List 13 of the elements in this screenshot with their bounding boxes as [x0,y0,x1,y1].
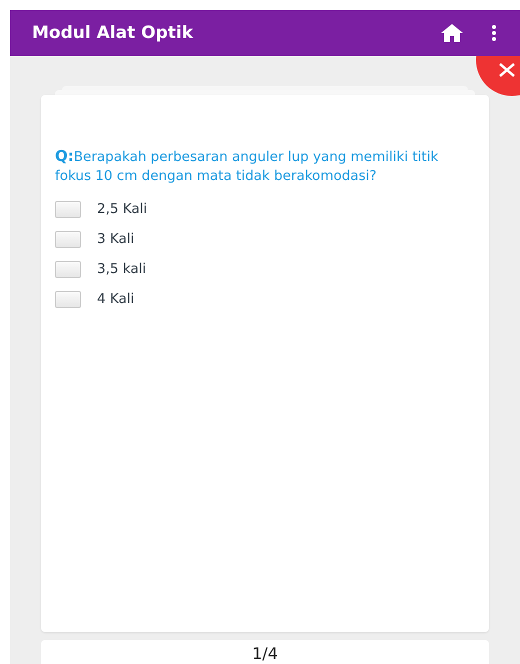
home-icon[interactable] [440,23,464,43]
question-text: Q:Berapakah perbesaran anguler lup yang memiliki titik fokus 10 cm dengan mata tidak berakomodasi? [55,147,440,186]
app-title: Modul Alat Optik [32,23,194,43]
checkbox[interactable] [55,260,81,278]
option-label: 4 Kali [97,291,134,307]
more-icon[interactable] [492,25,496,41]
checkbox[interactable] [55,290,81,308]
page-indicator: 1/4 [252,644,278,664]
checkbox[interactable] [55,230,81,248]
option-label: 3,5 kali [97,261,146,277]
option-label: 3 Kali [97,231,134,247]
option-label: 2,5 Kali [97,201,148,217]
checkbox[interactable] [55,200,81,218]
